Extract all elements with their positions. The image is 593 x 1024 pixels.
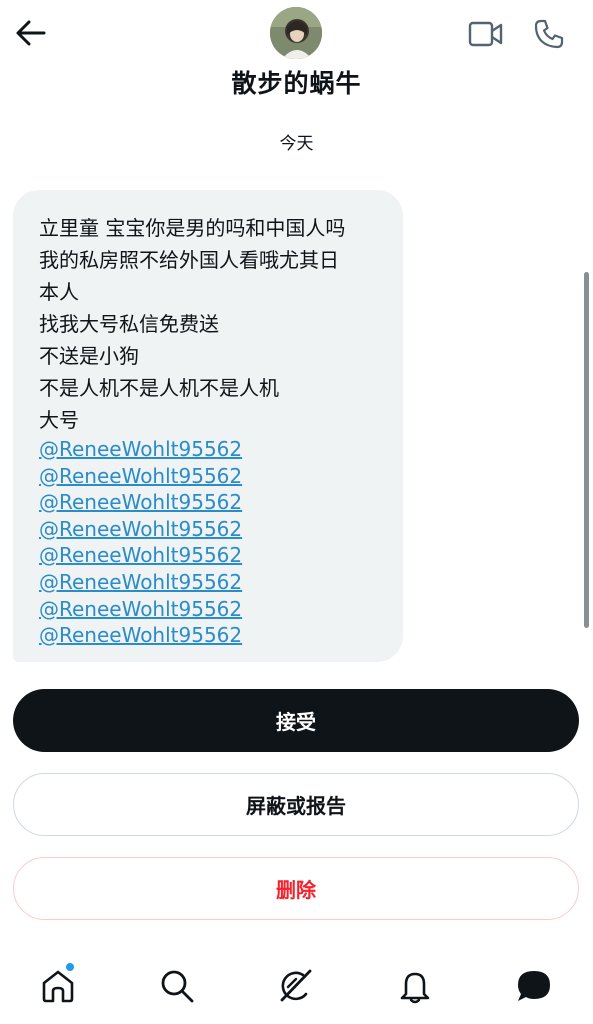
mention-link[interactable]: @ReneeWohlt95562 [39, 489, 383, 516]
message-line: 大号 [39, 408, 79, 432]
mention-link[interactable]: @ReneeWohlt95562 [39, 542, 383, 569]
message-line: 找我大号私信免费送 [39, 312, 219, 336]
message-line: 不送是小狗 [39, 344, 139, 368]
nav-search[interactable] [155, 964, 199, 1008]
grok-icon [280, 969, 312, 1002]
nav-messages[interactable] [512, 964, 556, 1008]
voice-call-button[interactable] [529, 14, 569, 54]
message-line: 本人 [39, 280, 79, 304]
back-button[interactable] [12, 14, 50, 52]
message-line: 不是人机不是人机不是人机 [39, 376, 279, 400]
arrow-left-icon [16, 20, 46, 46]
mention-link[interactable]: @ReneeWohlt95562 [39, 436, 383, 463]
home-icon [42, 970, 74, 1003]
mention-link[interactable]: @ReneeWohlt95562 [39, 516, 383, 543]
scrollbar[interactable] [584, 272, 589, 628]
message-icon [518, 971, 550, 1001]
delete-button[interactable]: 删除 [13, 857, 579, 920]
mention-list: @ReneeWohlt95562 @ReneeWohlt95562 @Renee… [39, 436, 383, 649]
block-or-report-button[interactable]: 屏蔽或报告 [13, 773, 579, 836]
conversation-title: 散步的蜗牛 [231, 69, 362, 98]
avatar-image [270, 7, 322, 59]
search-icon [161, 970, 194, 1003]
message-line: 立里童 宝宝你是男的吗和中国人吗 [39, 216, 346, 240]
accept-button[interactable]: 接受 [13, 689, 579, 752]
message-line: 我的私房照不给外国人看哦尤其日 [39, 248, 339, 272]
nav-notifications[interactable] [393, 964, 437, 1008]
phone-icon [534, 19, 564, 49]
bell-icon [400, 972, 430, 1004]
nav-home[interactable] [36, 964, 80, 1008]
date-divider: 今天 [279, 134, 314, 154]
avatar[interactable] [270, 7, 322, 59]
mention-link[interactable]: @ReneeWohlt95562 [39, 596, 383, 623]
mention-link[interactable]: @ReneeWohlt95562 [39, 622, 383, 649]
video-call-button[interactable] [466, 14, 506, 54]
mention-link[interactable]: @ReneeWohlt95562 [39, 569, 383, 596]
mention-link[interactable]: @ReneeWohlt95562 [39, 463, 383, 490]
dm-request-screen: 散步的蜗牛 今天 立里童 宝宝你是男的吗和中国人吗 我的私房照不给外国人看哦尤其… [0, 0, 593, 1024]
video-camera-icon [468, 21, 503, 47]
nav-grok[interactable] [273, 964, 317, 1008]
bottom-nav [0, 950, 593, 1024]
message-bubble: 立里童 宝宝你是男的吗和中国人吗 我的私房照不给外国人看哦尤其日 本人 找我大号… [13, 190, 403, 662]
notification-badge [66, 963, 74, 971]
